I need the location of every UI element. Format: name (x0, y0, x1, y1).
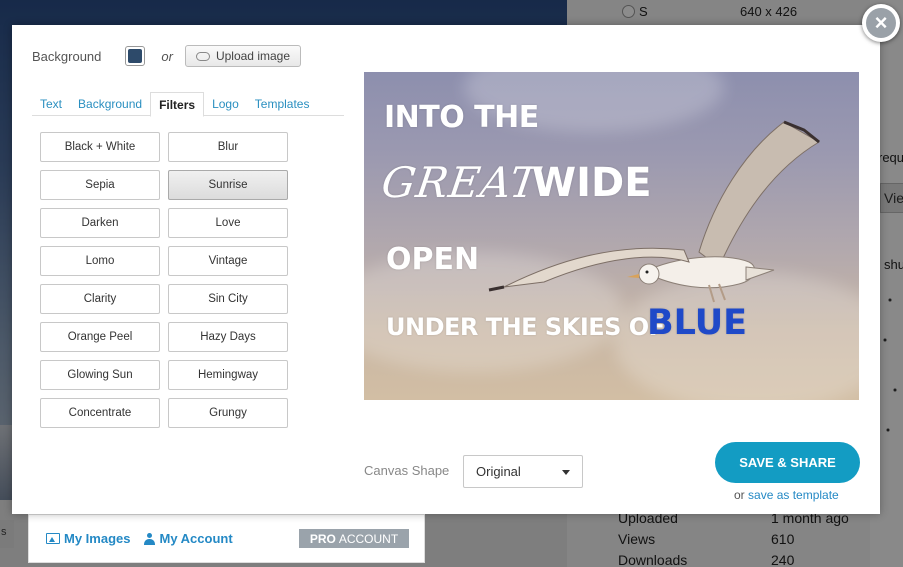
tab-background[interactable]: Background (70, 92, 150, 116)
filter-button[interactable]: Vintage (168, 246, 288, 276)
close-modal-button[interactable]: × (862, 4, 900, 42)
canvas-shape-label: Canvas Shape (364, 463, 450, 478)
pro-account-badge: PRO ACCOUNT (299, 529, 409, 548)
canvas-text-line: WIDE (532, 160, 652, 206)
tab-filters[interactable]: Filters (150, 92, 205, 117)
my-images-label: My Images (64, 531, 131, 546)
filter-button[interactable]: Black + White (40, 132, 160, 162)
or-label: or (161, 48, 173, 64)
color-swatch-fill (128, 49, 143, 63)
upload-image-button[interactable]: Upload image (184, 45, 301, 67)
canvas-preview[interactable]: INTO THE GREAT WIDE OPEN UNDER THE SKIES… (364, 72, 859, 400)
filter-button[interactable]: Concentrate (40, 398, 160, 428)
close-icon: × (866, 8, 896, 38)
filter-button-selected[interactable]: Sunrise (168, 170, 288, 200)
canvas-shape-select[interactable]: Original (463, 455, 583, 488)
filter-button[interactable]: Glowing Sun (40, 360, 160, 390)
tab-logo[interactable]: Logo (204, 92, 247, 116)
upload-image-label: Upload image (215, 49, 290, 63)
canvas-text-line: UNDER THE SKIES OF (386, 313, 665, 341)
background-row: Background or Upload image (32, 45, 301, 67)
account-label: ACCOUNT (338, 531, 399, 546)
save-template-row: or save as template (734, 488, 839, 502)
image-editor-modal: Background or Upload image Text Backgrou… (12, 25, 880, 514)
filter-button[interactable]: Hazy Days (168, 322, 288, 352)
canvas-text-line: BLUE (647, 303, 748, 343)
filter-button[interactable]: Blur (168, 132, 288, 162)
or-label: or (734, 488, 749, 502)
save-as-template-link[interactable]: save as template (748, 488, 839, 502)
image-icon (46, 533, 60, 544)
filter-button[interactable]: Sin City (168, 284, 288, 314)
editor-tabs: Text Background Filters Logo Templates (32, 92, 344, 117)
filter-button[interactable]: Lomo (40, 246, 160, 276)
filter-button[interactable]: Hemingway (168, 360, 288, 390)
filter-button[interactable]: Love (168, 208, 288, 238)
tab-templates[interactable]: Templates (247, 92, 318, 116)
filter-button[interactable]: Clarity (40, 284, 160, 314)
cloud-upload-icon (195, 51, 210, 61)
pro-label: PRO (309, 531, 336, 546)
canvas-shape-value: Original (476, 464, 521, 479)
filter-grid: Black + White Blur Sepia Sunrise Darken … (40, 132, 288, 428)
user-icon (144, 532, 156, 545)
account-bar: My Images My Account PRO ACCOUNT (28, 514, 425, 563)
my-account-label: My Account (159, 531, 233, 546)
my-images-link[interactable]: My Images (46, 531, 130, 546)
my-account-link[interactable]: My Account (144, 531, 233, 546)
chevron-down-icon (562, 470, 570, 475)
tab-text[interactable]: Text (32, 92, 70, 116)
canvas-text-line: INTO THE (384, 100, 539, 135)
background-color-swatch[interactable] (125, 46, 146, 66)
canvas-text-line: OPEN (386, 242, 480, 277)
canvas-text-line: GREAT (378, 158, 543, 207)
filter-button[interactable]: Sepia (40, 170, 160, 200)
filter-button[interactable]: Grungy (168, 398, 288, 428)
filter-button[interactable]: Orange Peel (40, 322, 160, 352)
filter-button[interactable]: Darken (40, 208, 160, 238)
save-and-share-button[interactable]: SAVE & SHARE (715, 442, 860, 483)
background-label: Background (32, 48, 102, 64)
